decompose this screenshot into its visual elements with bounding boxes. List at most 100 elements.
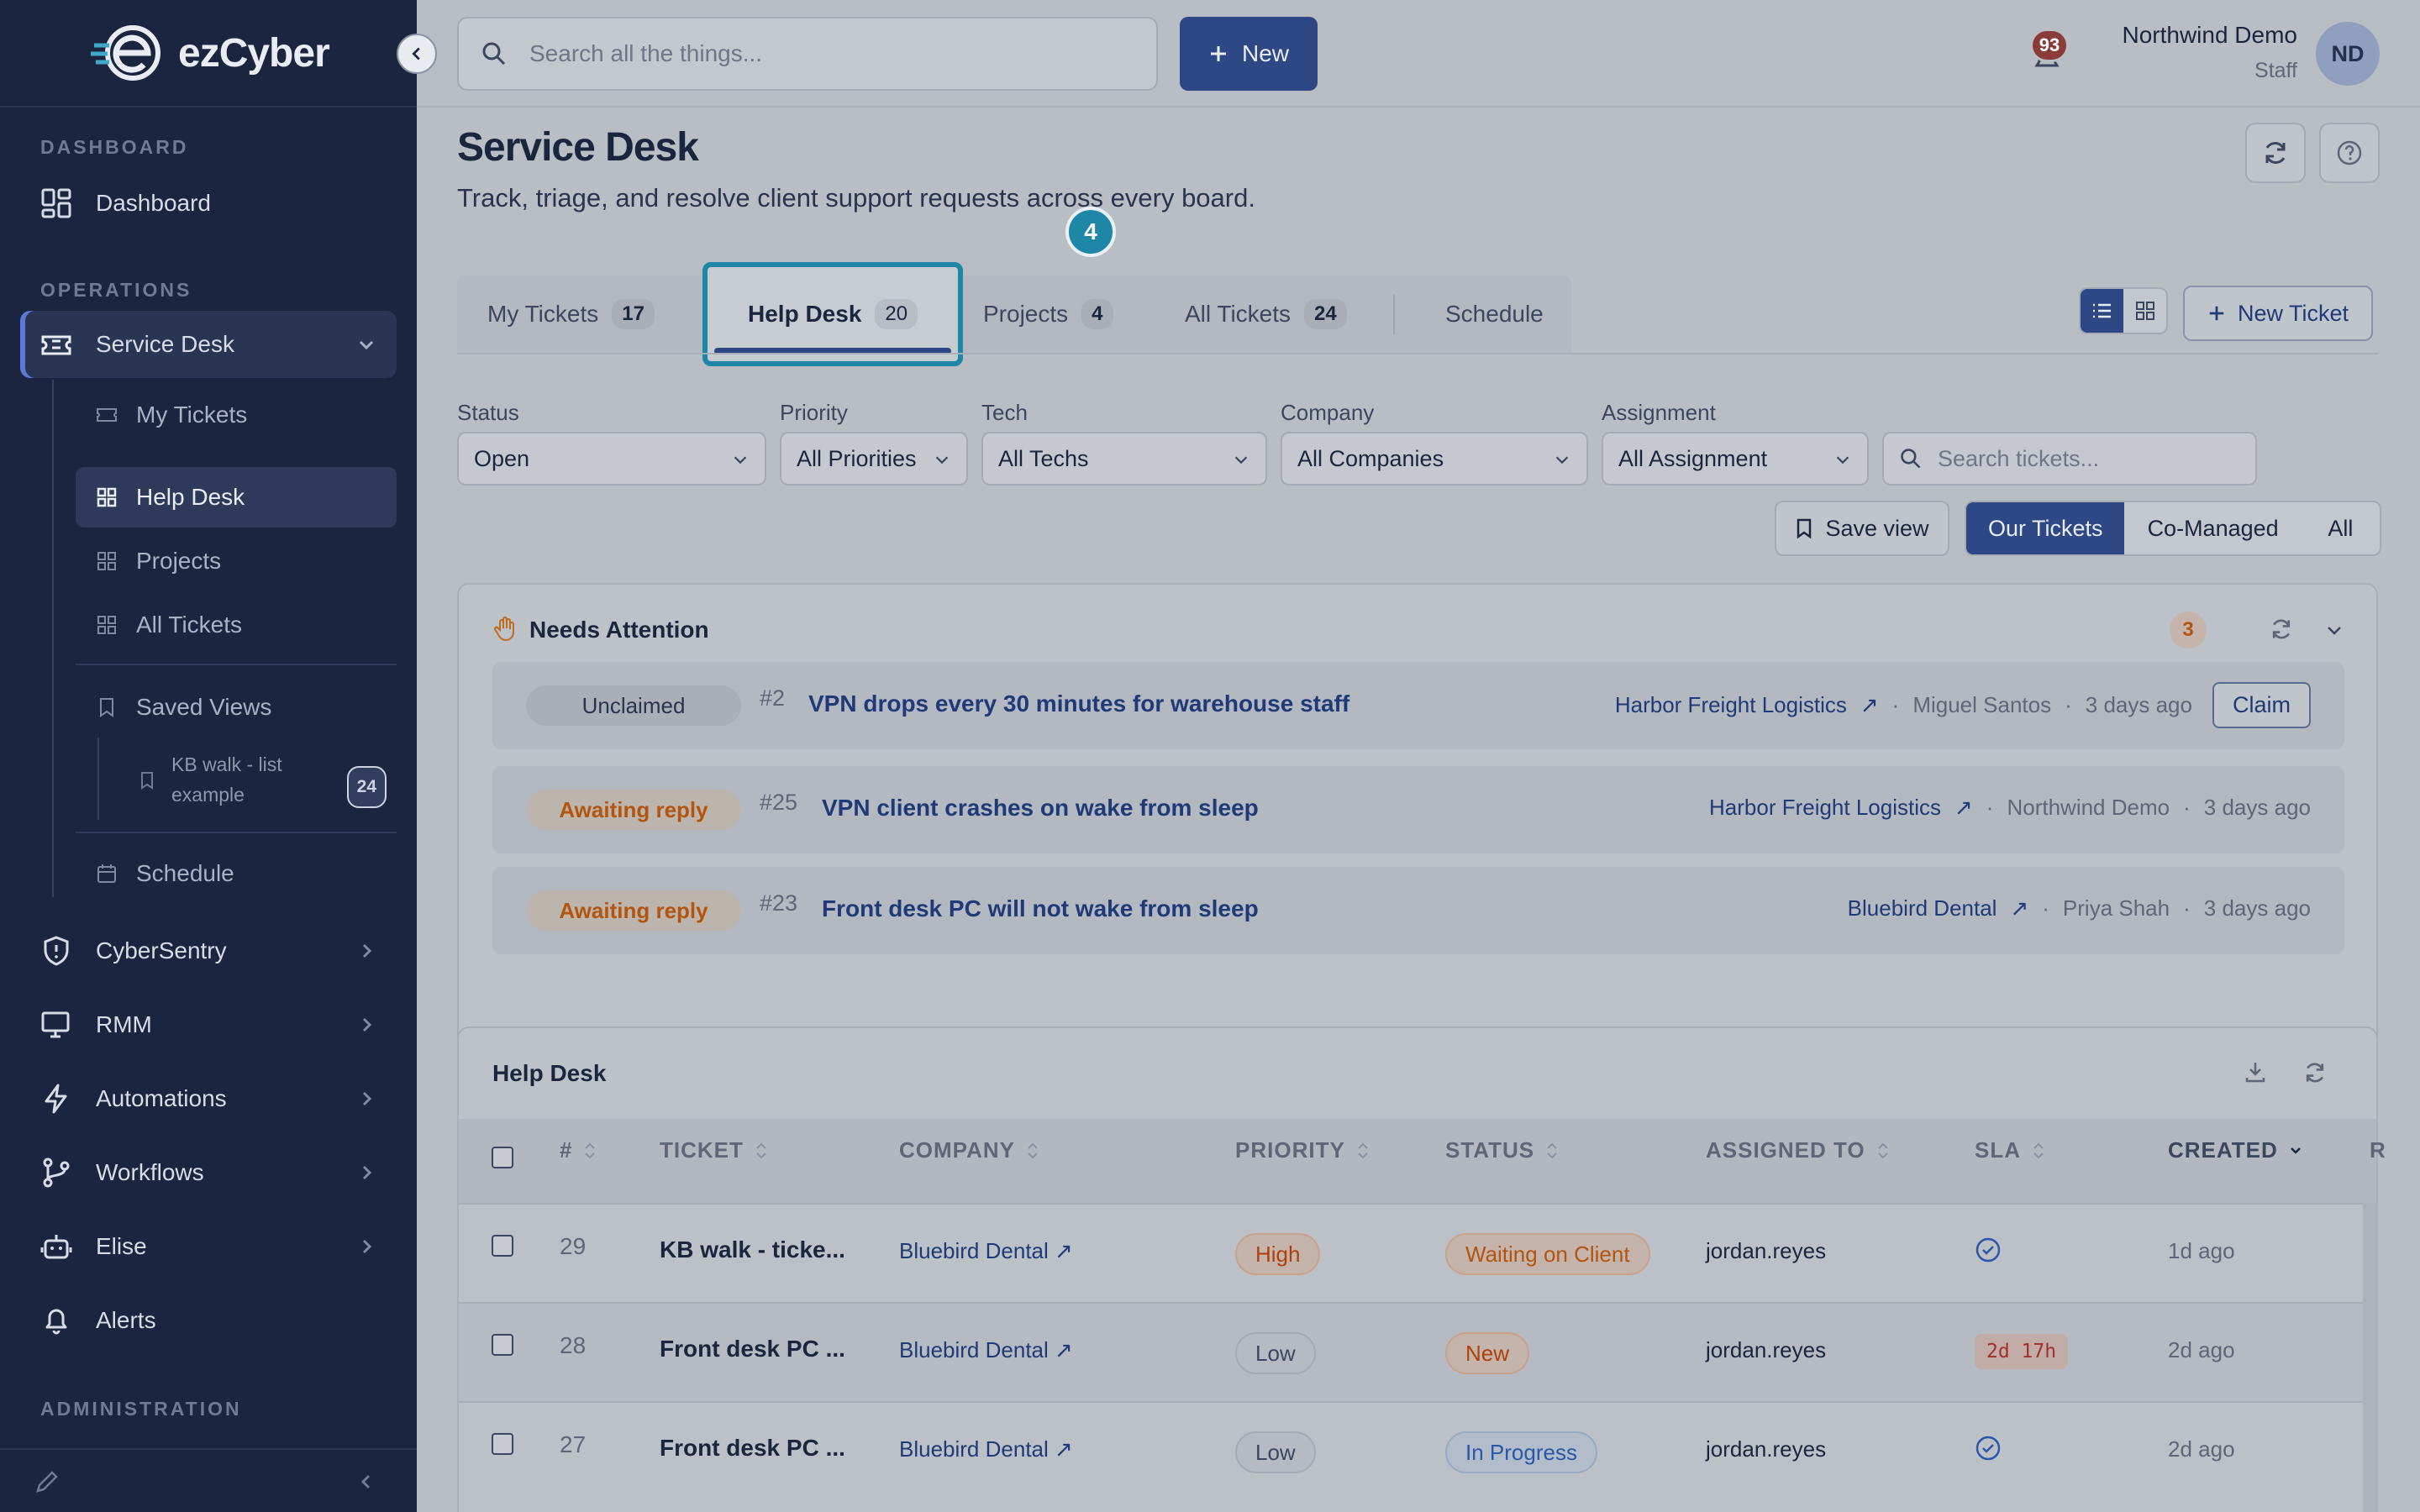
- priority-select-value: All Priorities: [797, 445, 917, 471]
- save-view-button[interactable]: Save view: [1775, 501, 1949, 556]
- sidebar-item-elise[interactable]: Elise: [20, 1213, 397, 1280]
- tab-my-tickets[interactable]: My Tickets 17: [487, 276, 655, 353]
- refresh-icon[interactable]: [2302, 1060, 2328, 1085]
- table-row[interactable]: 28 Front desk PC ... Bluebird Dental ↗ L…: [459, 1302, 2375, 1401]
- column-header-created[interactable]: CREATED: [2168, 1137, 2303, 1163]
- company-link[interactable]: Bluebird Dental ↗: [899, 1436, 1073, 1462]
- tab-all-tickets[interactable]: All Tickets 24: [1185, 276, 1347, 353]
- tab-help-desk[interactable]: Help Desk 20: [702, 262, 964, 366]
- sidebar-item-rmm[interactable]: RMM: [20, 991, 397, 1058]
- sidebar-item-workflows[interactable]: Workflows: [20, 1139, 397, 1206]
- row-checkbox[interactable]: [492, 1334, 513, 1356]
- scope-co-managed[interactable]: Co-Managed: [2124, 502, 2301, 554]
- scope-all[interactable]: All: [2302, 502, 2380, 554]
- chevron-left-icon[interactable]: [356, 1472, 376, 1492]
- new-ticket-button[interactable]: New Ticket: [2183, 286, 2373, 341]
- company-link[interactable]: Bluebird Dental: [1848, 895, 1997, 921]
- attention-row[interactable]: Awaiting reply #25 VPN client crashes on…: [492, 766, 2344, 853]
- company-link[interactable]: Harbor Freight Logistics: [1709, 795, 1941, 821]
- sidebar-subitem-my-tickets[interactable]: My Tickets: [76, 385, 397, 445]
- table-row[interactable]: 29 KB walk - ticke... Bluebird Dental ↗ …: [459, 1203, 2375, 1302]
- ticket-title[interactable]: Front desk PC ...: [660, 1336, 845, 1362]
- saved-view-kb-walk[interactable]: KB walk - list example 24: [134, 749, 387, 813]
- pencil-icon[interactable]: [34, 1468, 60, 1495]
- avatar[interactable]: ND: [2316, 22, 2380, 86]
- refresh-icon[interactable]: [2269, 617, 2294, 642]
- priority-select[interactable]: All Priorities: [780, 432, 968, 486]
- table-scrollbar[interactable]: [2363, 1203, 2376, 1512]
- chevron-down-icon: [359, 340, 374, 350]
- sidebar-item-dashboard[interactable]: Dashboard: [20, 170, 397, 237]
- ezcyber-logo-icon: [91, 25, 160, 81]
- global-search[interactable]: [457, 17, 1158, 91]
- column-header-company[interactable]: COMPANY: [899, 1137, 1040, 1163]
- priority-badge: High: [1235, 1233, 1321, 1275]
- table-row[interactable]: 27 Front desk PC ... Bluebird Dental ↗ L…: [459, 1401, 2375, 1512]
- column-header-status[interactable]: STATUS: [1445, 1137, 1560, 1163]
- status-pill: Unclaimed: [526, 685, 741, 726]
- new-button[interactable]: New: [1180, 17, 1318, 91]
- tab-schedule[interactable]: Schedule: [1445, 276, 1544, 353]
- download-icon[interactable]: [2244, 1060, 2267, 1084]
- user-role: Staff: [2254, 59, 2297, 82]
- sidebar-item-service-desk[interactable]: Service Desk: [20, 311, 397, 378]
- notifications-button[interactable]: 93: [2022, 29, 2072, 79]
- section-administration: ADMINISTRATION: [40, 1398, 242, 1420]
- sidebar-subitem-schedule[interactable]: Schedule: [76, 843, 397, 904]
- column-header-ticket[interactable]: TICKET: [660, 1137, 769, 1163]
- assignment-select[interactable]: All Assignment: [1602, 432, 1869, 486]
- ticket-title[interactable]: KB walk - ticke...: [660, 1236, 845, 1263]
- assignment-select-value: All Assignment: [1618, 445, 1768, 471]
- sidebar-item-cybersentry[interactable]: CyberSentry: [20, 917, 397, 984]
- ticket-icon: [97, 408, 117, 422]
- company-link[interactable]: Harbor Freight Logistics: [1615, 692, 1847, 718]
- priority-badge: Low: [1235, 1431, 1316, 1473]
- ticket-person: Miguel Santos: [1912, 692, 2052, 717]
- grid-icon: [97, 616, 116, 634]
- column-header-sla[interactable]: SLA: [1975, 1137, 2046, 1163]
- company-link[interactable]: Bluebird Dental ↗: [899, 1337, 1073, 1363]
- sidebar-subitem-help-desk[interactable]: Help Desk: [76, 467, 397, 528]
- branch-icon: [43, 1158, 70, 1188]
- refresh-button[interactable]: [2245, 123, 2306, 183]
- sidebar-subitem-label: Projects: [136, 548, 222, 574]
- sidebar-subitem-projects[interactable]: Projects: [76, 531, 397, 591]
- row-checkbox[interactable]: [492, 1235, 513, 1257]
- global-search-input[interactable]: [529, 40, 1118, 67]
- scope-our-tickets[interactable]: Our Tickets: [1966, 502, 2125, 554]
- column-label: PRIORITY: [1235, 1137, 1345, 1163]
- company-select[interactable]: All Companies: [1281, 432, 1588, 486]
- sidebar-subitem-all-tickets[interactable]: All Tickets: [76, 595, 397, 655]
- status-select[interactable]: Open: [457, 432, 766, 486]
- tech-select[interactable]: All Techs: [981, 432, 1267, 486]
- attention-row[interactable]: Awaiting reply #23 Front desk PC will no…: [492, 867, 2344, 954]
- sidebar-item-automations[interactable]: Automations: [20, 1065, 397, 1132]
- ticket-title[interactable]: Front desk PC ...: [660, 1435, 845, 1462]
- sidebar-collapse-button[interactable]: [397, 34, 437, 74]
- attention-row[interactable]: Unclaimed #2 VPN drops every 30 minutes …: [492, 662, 2344, 749]
- help-button[interactable]: [2319, 123, 2380, 183]
- column-header-number[interactable]: #: [560, 1137, 597, 1163]
- ticket-icon: [41, 335, 71, 355]
- select-all-checkbox[interactable]: [492, 1147, 513, 1168]
- ticket-title-link[interactable]: VPN client crashes on wake from sleep: [822, 795, 1259, 822]
- column-header-assigned-to[interactable]: ASSIGNED TO: [1706, 1137, 1891, 1163]
- ticket-search-input[interactable]: Search tickets...: [1882, 432, 2257, 486]
- column-header-priority[interactable]: PRIORITY: [1235, 1137, 1370, 1163]
- sidebar-subitem-saved-views[interactable]: Saved Views: [76, 677, 397, 738]
- ticket-title-link[interactable]: Front desk PC will not wake from sleep: [822, 895, 1259, 922]
- attention-count: 3: [2170, 612, 2207, 648]
- grid-view-button[interactable]: [2123, 289, 2166, 333]
- chevron-down-icon[interactable]: [2324, 620, 2344, 640]
- row-checkbox[interactable]: [492, 1433, 513, 1455]
- step-marker: 4: [1065, 207, 1116, 257]
- sidebar-item-label: Alerts: [96, 1307, 156, 1333]
- ticket-title-link[interactable]: VPN drops every 30 minutes for warehouse…: [808, 690, 1349, 717]
- separator-dot: ·: [2183, 895, 2191, 921]
- company-link[interactable]: Bluebird Dental ↗: [899, 1238, 1073, 1264]
- sidebar-item-alerts[interactable]: Alerts: [20, 1287, 397, 1354]
- tab-projects[interactable]: Projects 4: [983, 276, 1113, 353]
- claim-button[interactable]: Claim: [2212, 682, 2311, 728]
- list-view-button[interactable]: [2081, 289, 2123, 333]
- brand-logo[interactable]: ezCyber: [0, 0, 417, 108]
